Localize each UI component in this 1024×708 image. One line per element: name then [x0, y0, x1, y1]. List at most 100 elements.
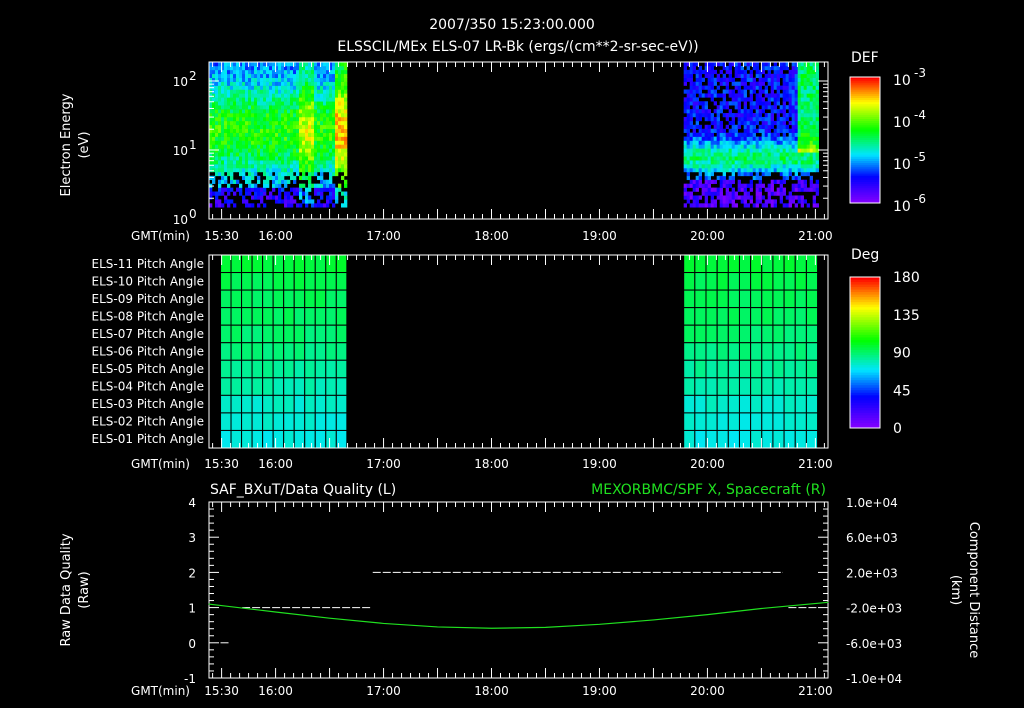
spectrogram-cell: [773, 203, 777, 208]
spectrogram-cell: [725, 191, 729, 196]
spectrogram-cell: [320, 148, 324, 153]
spectrogram-cell: [290, 199, 294, 204]
spectrogram-cell: [230, 73, 234, 78]
spectrogram-cell: [293, 199, 297, 204]
spectrogram-cell: [299, 191, 303, 196]
pitch-angle-cell: [262, 412, 274, 431]
spectrogram-cell: [737, 85, 741, 90]
spectrogram-cell: [284, 105, 288, 110]
spectrogram-cell: [809, 101, 813, 106]
spectrogram-cell: [713, 128, 717, 133]
spectrogram-cell: [227, 81, 231, 86]
spectrogram-cell: [260, 65, 264, 71]
spectrogram-cell: [260, 62, 264, 67]
spectrogram-cell: [326, 203, 330, 208]
pitch-angle-cell: [335, 377, 348, 396]
spectrogram-cell: [800, 113, 804, 118]
spectrogram-cell: [299, 140, 303, 145]
time-tick-label: 16:00: [258, 457, 293, 471]
spectrogram-cell: [218, 167, 222, 173]
spectrogram-cell: [296, 69, 300, 75]
pitch-angle-cell: [272, 429, 285, 449]
spectrogram-cell: [716, 128, 720, 133]
spectrogram-cell: [344, 156, 348, 161]
spectrogram-cell: [737, 195, 741, 200]
spectrogram-cell: [320, 73, 324, 78]
distance-tick-label: 6.0e+03: [846, 531, 898, 545]
spectrogram-cell: [320, 105, 324, 110]
spectrogram-cell: [797, 85, 801, 90]
spectrogram-cell: [743, 69, 747, 75]
spectrogram-cell: [275, 144, 279, 149]
spectrogram-cell: [296, 89, 300, 94]
pitch-angle-cell: [750, 307, 763, 326]
spectrogram-cell: [806, 167, 810, 173]
spectrogram-cell: [731, 203, 735, 208]
spectrogram-cell: [746, 160, 750, 165]
pitch-angle-cell: [304, 289, 316, 309]
spectrogram-cell: [752, 120, 756, 126]
spectrogram-cell: [317, 144, 321, 149]
spectrogram-cell: [776, 77, 780, 82]
spectrogram-cell: [281, 187, 285, 192]
pitch-angle-cell: [314, 307, 327, 326]
spectrogram-cell: [719, 156, 723, 161]
spectrogram-cell: [791, 81, 795, 86]
spectrogram-cell: [776, 109, 780, 114]
spectrogram-cell: [791, 105, 795, 110]
spectrogram-cell: [320, 89, 324, 94]
spectrogram-cell: [248, 203, 252, 208]
pitch-angle-cell: [241, 254, 253, 274]
spectrogram-cell: [710, 187, 714, 192]
spectrogram-cell: [722, 97, 726, 102]
spectrogram-cell: [794, 164, 798, 169]
spectrogram-cell: [302, 105, 306, 110]
spectrogram-cell: [746, 191, 750, 196]
spectrogram-cell: [758, 140, 762, 145]
spectrogram-cell: [305, 187, 309, 192]
spectrogram-cell: [749, 171, 753, 177]
spectrogram-cell: [692, 85, 696, 90]
spectrogram-cell: [812, 203, 816, 208]
spectrogram-cell: [272, 62, 276, 67]
spectrogram-cell: [269, 81, 273, 86]
spectrogram-cell: [692, 101, 696, 106]
spectrogram-cell: [722, 179, 726, 184]
spectrogram-cell: [731, 116, 735, 122]
spectrogram-cell: [743, 85, 747, 90]
spectrogram-cell: [299, 148, 303, 153]
spectrogram-cell: [698, 144, 702, 149]
spectrogram-cell: [788, 167, 792, 173]
spectrogram-cell: [326, 85, 330, 90]
spectrogram-cell: [221, 97, 225, 102]
spectrogram-cell: [242, 195, 246, 200]
spectrogram-cell: [326, 195, 330, 200]
spectrogram-cell: [236, 136, 240, 141]
spectrogram-cell: [287, 140, 291, 145]
spectrogram-cell: [245, 105, 249, 110]
spectrogram-cell: [341, 85, 345, 90]
spectrogram-cell: [299, 136, 303, 141]
spectrogram-cell: [236, 167, 240, 173]
spectrogram-cell: [791, 69, 795, 75]
spectrogram-cell: [242, 128, 246, 133]
spectrogram-cell: [722, 195, 726, 200]
spectrogram-cell: [263, 179, 267, 184]
spectrogram-cell: [344, 93, 348, 98]
spectrogram-cell: [719, 136, 723, 141]
spectrogram-cell: [335, 81, 339, 86]
spectrogram-cell: [767, 183, 771, 188]
spectrogram-cell: [740, 144, 744, 149]
spectrogram-cell: [281, 109, 285, 114]
spectrogram-cell: [335, 191, 339, 196]
spectrogram-cell: [281, 101, 285, 106]
spectrogram-cell: [722, 148, 726, 153]
spectrogram-cell: [233, 191, 237, 196]
spectrogram-cell: [701, 77, 705, 82]
spectrogram-cell: [809, 160, 813, 165]
pitch-angle-panel: ELS-11 Pitch AngleELS-10 Pitch AngleELS-…: [92, 254, 920, 471]
pitch-angle-cell: [805, 394, 819, 414]
spectrogram-cell: [314, 156, 318, 161]
plot-timestamp: 2007/350 15:23:00.000: [429, 17, 595, 33]
spectrogram-cell: [257, 160, 261, 165]
